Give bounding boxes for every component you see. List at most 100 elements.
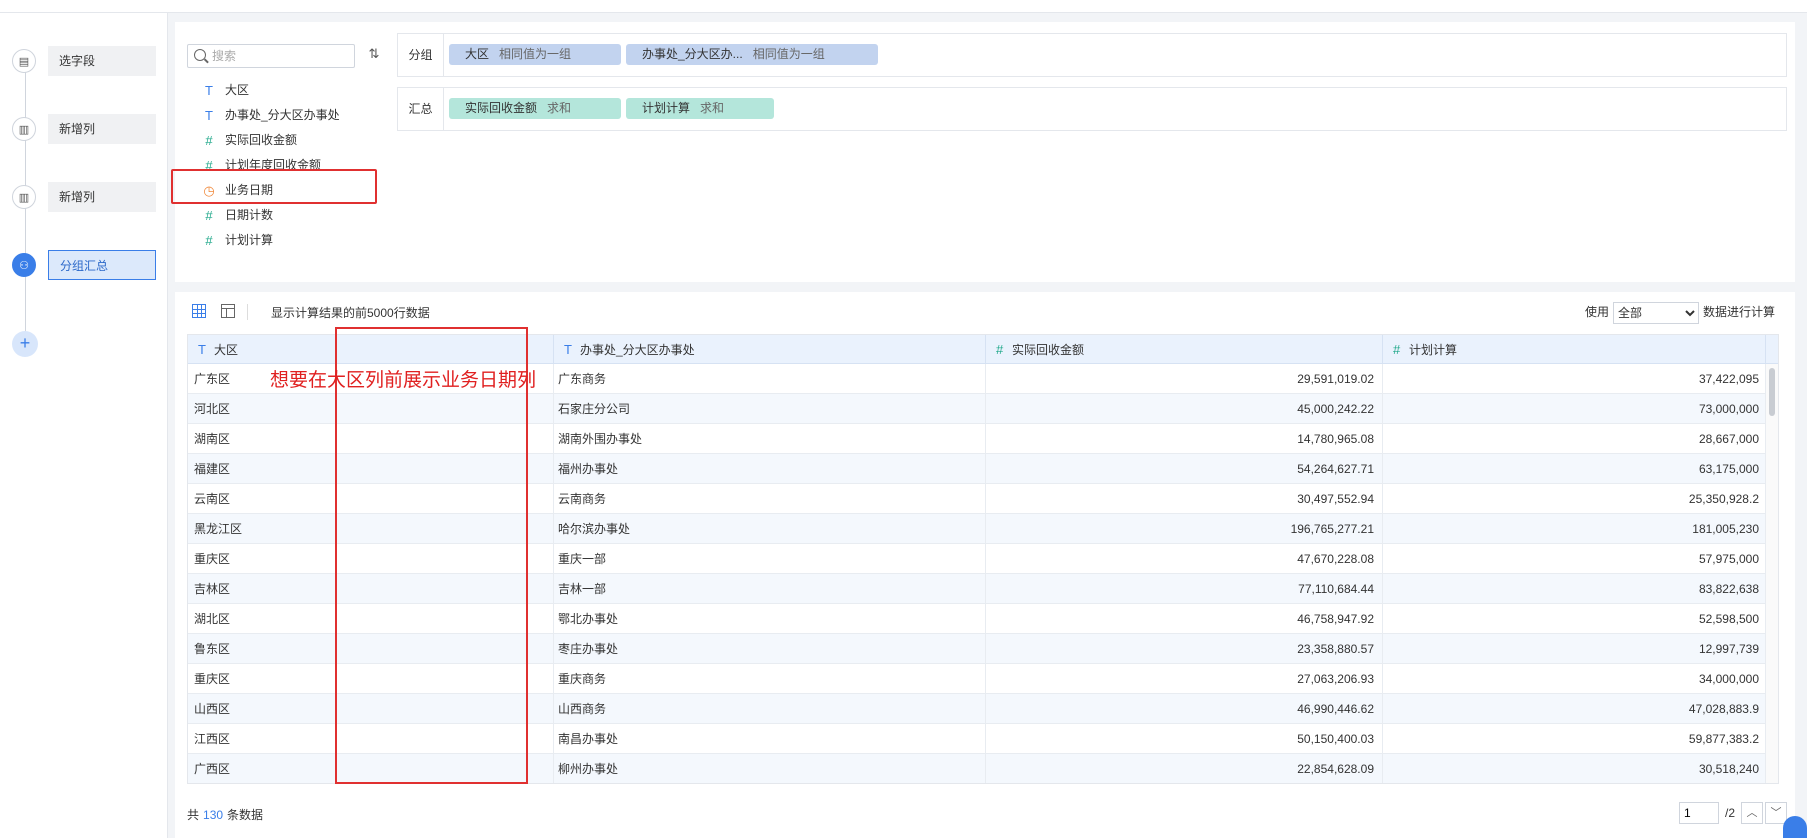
step-group-summary[interactable]: ⚇ 分组汇总: [10, 250, 156, 280]
number-type-icon: #: [205, 233, 213, 248]
field-search[interactable]: [187, 44, 355, 68]
scrollbar-thumb[interactable]: [1769, 368, 1775, 416]
table-cell: 哈尔滨办事处: [554, 514, 986, 544]
calc-scope: 使用 全部 数据进行计算: [1585, 300, 1775, 324]
table-cell: 枣庄办事处: [554, 634, 986, 664]
number-type-icon: #: [996, 342, 1004, 357]
column-header-plan[interactable]: # 计划计算: [1383, 335, 1766, 364]
table-cell: 重庆一部: [554, 544, 986, 574]
field-item[interactable]: # 日期计数: [199, 203, 389, 228]
column-header-actual[interactable]: # 实际回收金额: [986, 335, 1383, 364]
text-type-icon: T: [205, 108, 213, 123]
table-cell: 山西商务: [554, 694, 986, 724]
search-input[interactable]: [212, 47, 350, 65]
field-name: 大区: [225, 83, 250, 97]
table-cell: 83,822,638: [1383, 574, 1766, 604]
chip-name: 大区: [465, 47, 490, 61]
date-field-highlight: [171, 169, 377, 204]
config-panel: ⇅ T大区 T办事处_分大区办事处 #实际回收金额 #计划年度回收金额 ◷业务日…: [175, 22, 1795, 282]
count-prefix: 共: [187, 808, 200, 822]
table-view-icon[interactable]: [192, 304, 206, 318]
table-cell: 47,028,883.9: [1383, 694, 1766, 724]
preview-info: 显示计算结果的前5000行数据: [271, 306, 430, 320]
table-cell: 福州办事处: [554, 454, 986, 484]
field-item[interactable]: T 大区: [199, 78, 389, 103]
field-name: 计划计算: [225, 233, 274, 247]
step-add-column-1[interactable]: ▥ 新增列: [10, 114, 156, 144]
table-cell: 23,358,880.57: [986, 634, 1383, 664]
column-name: 办事处_分大区办事处: [580, 343, 695, 357]
toolbar-divider: [247, 304, 248, 320]
chip-name: 办事处_分大区办...: [642, 47, 743, 61]
table-cell: 14,780,965.08: [986, 424, 1383, 454]
sort-icon[interactable]: ⇅: [363, 46, 385, 66]
step-select-fields[interactable]: ▤ 选字段: [10, 46, 156, 76]
select-fields-icon: ▤: [12, 49, 36, 73]
chip-sub: 求和: [547, 101, 572, 115]
field-name: 日期计数: [225, 208, 274, 222]
table-cell: 吉林一部: [554, 574, 986, 604]
summary-chip-plan[interactable]: 计划计算 求和: [626, 98, 774, 119]
number-type-icon: #: [205, 208, 213, 223]
table-cell: 181,005,230: [1383, 514, 1766, 544]
table-cell: 47,670,228.08: [986, 544, 1383, 574]
text-type-icon: T: [198, 342, 206, 357]
next-page-icon[interactable]: ﹀: [1765, 802, 1787, 824]
prev-page-icon[interactable]: ︿: [1741, 802, 1763, 824]
steps-sidebar: ▤ 选字段 ▥ 新增列 ▥ 新增列 ⚇ 分组汇总 +: [0, 13, 168, 838]
table-cell: 46,990,446.62: [986, 694, 1383, 724]
scope-select[interactable]: 全部: [1612, 301, 1699, 324]
use-label: 使用: [1584, 305, 1609, 319]
table-cell: 29,591,019.02: [986, 364, 1383, 394]
text-type-icon: T: [564, 342, 572, 357]
group-chip-region[interactable]: 大区 相同值为一组: [449, 44, 621, 65]
column-name: 实际回收金额: [1012, 343, 1085, 357]
vertical-scrollbar[interactable]: [1766, 364, 1778, 783]
table-cell: 37,422,095: [1383, 364, 1766, 394]
step-label: 新增列: [48, 114, 156, 144]
summary-label: 汇总: [398, 88, 444, 130]
table-cell: 27,063,206.93: [986, 664, 1383, 694]
table-cell: 77,110,684.44: [986, 574, 1383, 604]
layout-view-icon[interactable]: [221, 304, 235, 318]
assistant-bubble-icon[interactable]: [1783, 816, 1807, 838]
pagination: /2 ︿﹀: [1678, 802, 1787, 824]
group-label: 分组: [398, 34, 444, 76]
chip-sub: 求和: [700, 101, 725, 115]
table-cell: 45,000,242.22: [986, 394, 1383, 424]
step-label: 选字段: [48, 46, 156, 76]
add-column-icon: ▥: [12, 117, 36, 141]
table-cell: 22,854,628.09: [986, 754, 1383, 783]
chip-sub: 相同值为一组: [499, 47, 572, 61]
field-name: 实际回收金额: [225, 133, 298, 147]
text-type-icon: T: [205, 83, 213, 98]
table-cell: 54,264,627.71: [986, 454, 1383, 484]
table-cell: 湖南外围办事处: [554, 424, 986, 454]
table-cell: 重庆商务: [554, 664, 986, 694]
table-cell: 34,000,000: [1383, 664, 1766, 694]
table-cell: 广东商务: [554, 364, 986, 394]
table-cell: 12,997,739: [1383, 634, 1766, 664]
table-cell: 57,975,000: [1383, 544, 1766, 574]
field-item[interactable]: # 实际回收金额: [199, 128, 389, 153]
add-step-button[interactable]: +: [12, 331, 38, 357]
step-add-column-2[interactable]: ▥ 新增列: [10, 182, 156, 212]
count-suffix: 条数据: [227, 808, 264, 822]
page-input[interactable]: [1678, 802, 1719, 824]
table-cell: 63,175,000: [1383, 454, 1766, 484]
group-summary-icon: ⚇: [12, 253, 36, 277]
group-chip-office[interactable]: 办事处_分大区办... 相同值为一组: [626, 44, 878, 65]
table-cell: 25,350,928.2: [1383, 484, 1766, 514]
group-drop-zone[interactable]: 分组 大区 相同值为一组 办事处_分大区办... 相同值为一组: [397, 33, 1787, 77]
summary-drop-zone[interactable]: 汇总 实际回收金额 求和 计划计算 求和: [397, 87, 1787, 131]
table-cell: 46,758,947.92: [986, 604, 1383, 634]
table-cell: 196,765,277.21: [986, 514, 1383, 544]
field-name: 办事处_分大区办事处: [225, 108, 340, 122]
column-header-office[interactable]: T 办事处_分大区办事处: [554, 335, 986, 364]
chip-name: 实际回收金额: [465, 101, 538, 115]
field-item[interactable]: T 办事处_分大区办事处: [199, 103, 389, 128]
table-cell: 59,877,383.2: [1383, 724, 1766, 754]
summary-chip-actual[interactable]: 实际回收金额 求和: [449, 98, 621, 119]
column-name: 计划计算: [1409, 343, 1458, 357]
field-item[interactable]: # 计划计算: [199, 228, 389, 253]
